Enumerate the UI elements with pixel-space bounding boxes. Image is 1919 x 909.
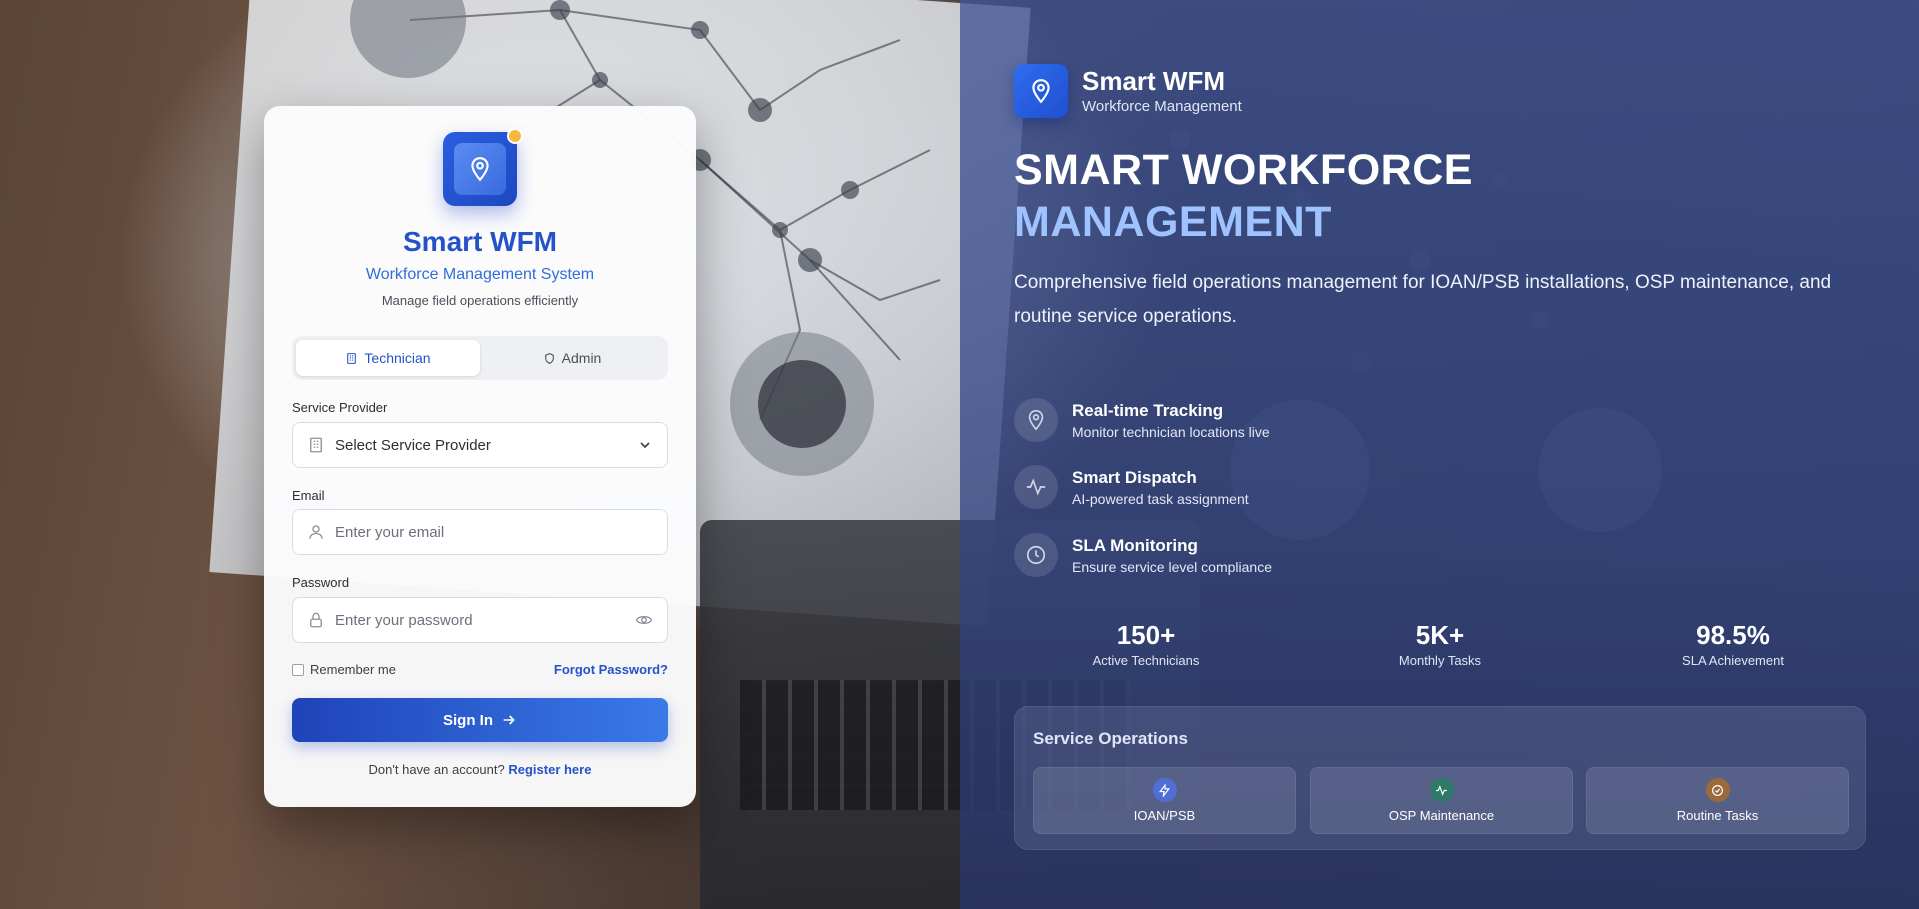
activity-icon: [1026, 478, 1046, 496]
remember-me[interactable]: Remember me: [292, 662, 396, 677]
password-field[interactable]: Enter your password: [292, 597, 668, 643]
stat-label: Monthly Tasks: [1398, 653, 1482, 668]
email-input[interactable]: Enter your email: [335, 524, 653, 541]
service-provider-value: Select Service Provider: [335, 436, 491, 454]
email-field[interactable]: Enter your email: [292, 509, 668, 555]
stat-label: Active Technicians: [1092, 653, 1200, 668]
remember-me-checkbox[interactable]: [292, 663, 304, 676]
tab-admin[interactable]: Admin: [480, 340, 664, 376]
chevron-down-icon: [640, 442, 650, 449]
service-operations-title: Service Operations: [1033, 729, 1188, 748]
brand-header: Smart WFM Workforce Management: [1014, 64, 1242, 118]
feature-description: Ensure service level compliance: [1072, 558, 1272, 575]
operation-label: OSP Maintenance: [1388, 808, 1495, 823]
eye-icon[interactable]: [635, 611, 653, 629]
op-icon-wrap: [1152, 778, 1177, 802]
hero-title-line1: SMART WORKFORCE: [1014, 146, 1473, 194]
map-pin-icon: [1028, 410, 1044, 431]
hero-title-line2: MANAGEMENT: [1014, 198, 1332, 246]
operation-label: Routine Tasks: [1676, 808, 1759, 823]
feature-item: Smart Dispatch AI-powered task assignmen…: [1014, 465, 1249, 509]
login-card: Smart WFM Workforce Management System Ma…: [264, 106, 696, 807]
stat-value: 98.5%: [1696, 620, 1770, 650]
card-title: Smart WFM: [403, 226, 557, 257]
clock-icon: [1026, 545, 1046, 565]
register-prompt-text: Don't have an account?: [368, 762, 505, 777]
register-prompt: Don't have an account? Register here: [264, 762, 696, 777]
feature-item: Real-time Tracking Monitor technician lo…: [1014, 398, 1270, 442]
register-link[interactable]: Register here: [508, 762, 591, 777]
building-icon: [347, 352, 357, 364]
brand-name: Smart WFM: [1082, 66, 1225, 97]
brand-text: Smart WFM Workforce Management: [1082, 67, 1242, 115]
brand-logo: [1014, 64, 1068, 118]
operation-ioan-psb[interactable]: IOAN/PSB: [1033, 767, 1296, 834]
feature-icon-wrap: [1014, 533, 1058, 577]
tab-technician[interactable]: Technician: [296, 340, 480, 376]
op-icon-wrap: [1705, 778, 1730, 802]
lightning-icon: [1158, 783, 1171, 797]
service-provider-label: Service Provider: [292, 400, 388, 415]
stat-monthly-tasks: 5K+ Monthly Tasks: [1330, 620, 1550, 668]
service-provider-select[interactable]: Select Service Provider: [292, 422, 668, 468]
lock-icon: [310, 612, 322, 628]
email-label: Email: [292, 488, 325, 503]
forgot-password-link[interactable]: Forgot Password?: [554, 662, 668, 677]
operation-routine-tasks[interactable]: Routine Tasks: [1586, 767, 1849, 834]
card-subtitle: Workforce Management System: [365, 266, 595, 283]
feature-item: SLA Monitoring Ensure service level comp…: [1014, 533, 1272, 577]
arrow-right-icon: [503, 715, 515, 725]
logo-inner: [454, 143, 506, 195]
operation-osp-maintenance[interactable]: OSP Maintenance: [1310, 767, 1573, 834]
logo-status-dot: [507, 128, 523, 144]
map-pin-icon: [471, 157, 489, 182]
user-icon: [309, 525, 323, 539]
map-pin-icon: [1032, 79, 1050, 104]
brand-subtitle: Workforce Management: [1082, 97, 1242, 115]
stat-label: SLA Achievement: [1682, 653, 1784, 668]
tab-admin-label: Admin: [561, 350, 602, 366]
sign-in-label: Sign In: [443, 711, 493, 729]
op-icon-wrap: [1429, 778, 1454, 802]
app-logo: [443, 128, 523, 206]
password-label: Password: [292, 575, 350, 590]
card-description: Manage field operations efficiently: [381, 293, 579, 308]
feature-title: Real-time Tracking: [1072, 400, 1224, 420]
feature-description: AI-powered task assignment: [1072, 490, 1249, 507]
feature-title: Smart Dispatch: [1072, 467, 1197, 487]
operation-label: IOAN/PSB: [1133, 808, 1196, 823]
password-input[interactable]: Enter your password: [335, 612, 625, 629]
shield-icon: [544, 352, 554, 364]
stat-value: 5K+: [1415, 620, 1465, 650]
feature-title: SLA Monitoring: [1072, 535, 1198, 555]
stat-active-technicians: 150+ Active Technicians: [1036, 620, 1256, 668]
activity-icon: [1436, 784, 1447, 796]
check-circle-icon: [1712, 784, 1723, 796]
feature-icon-wrap: [1014, 465, 1058, 509]
service-operations-panel: Service Operations IOAN/PSB OSP Maintena…: [1014, 706, 1866, 850]
feature-description: Monitor technician locations live: [1072, 423, 1270, 440]
remember-me-label: Remember me: [310, 662, 396, 677]
building-icon: [310, 437, 322, 453]
hero-description: Comprehensive field operations managemen…: [1014, 272, 1832, 327]
stat-sla-achievement: 98.5% SLA Achievement: [1623, 620, 1843, 668]
stat-value: 150+: [1116, 620, 1176, 650]
role-tabs: Technician Admin: [292, 336, 668, 380]
feature-icon-wrap: [1014, 398, 1058, 442]
sign-in-button[interactable]: Sign In: [292, 698, 668, 742]
tab-technician-label: Technician: [364, 350, 431, 366]
